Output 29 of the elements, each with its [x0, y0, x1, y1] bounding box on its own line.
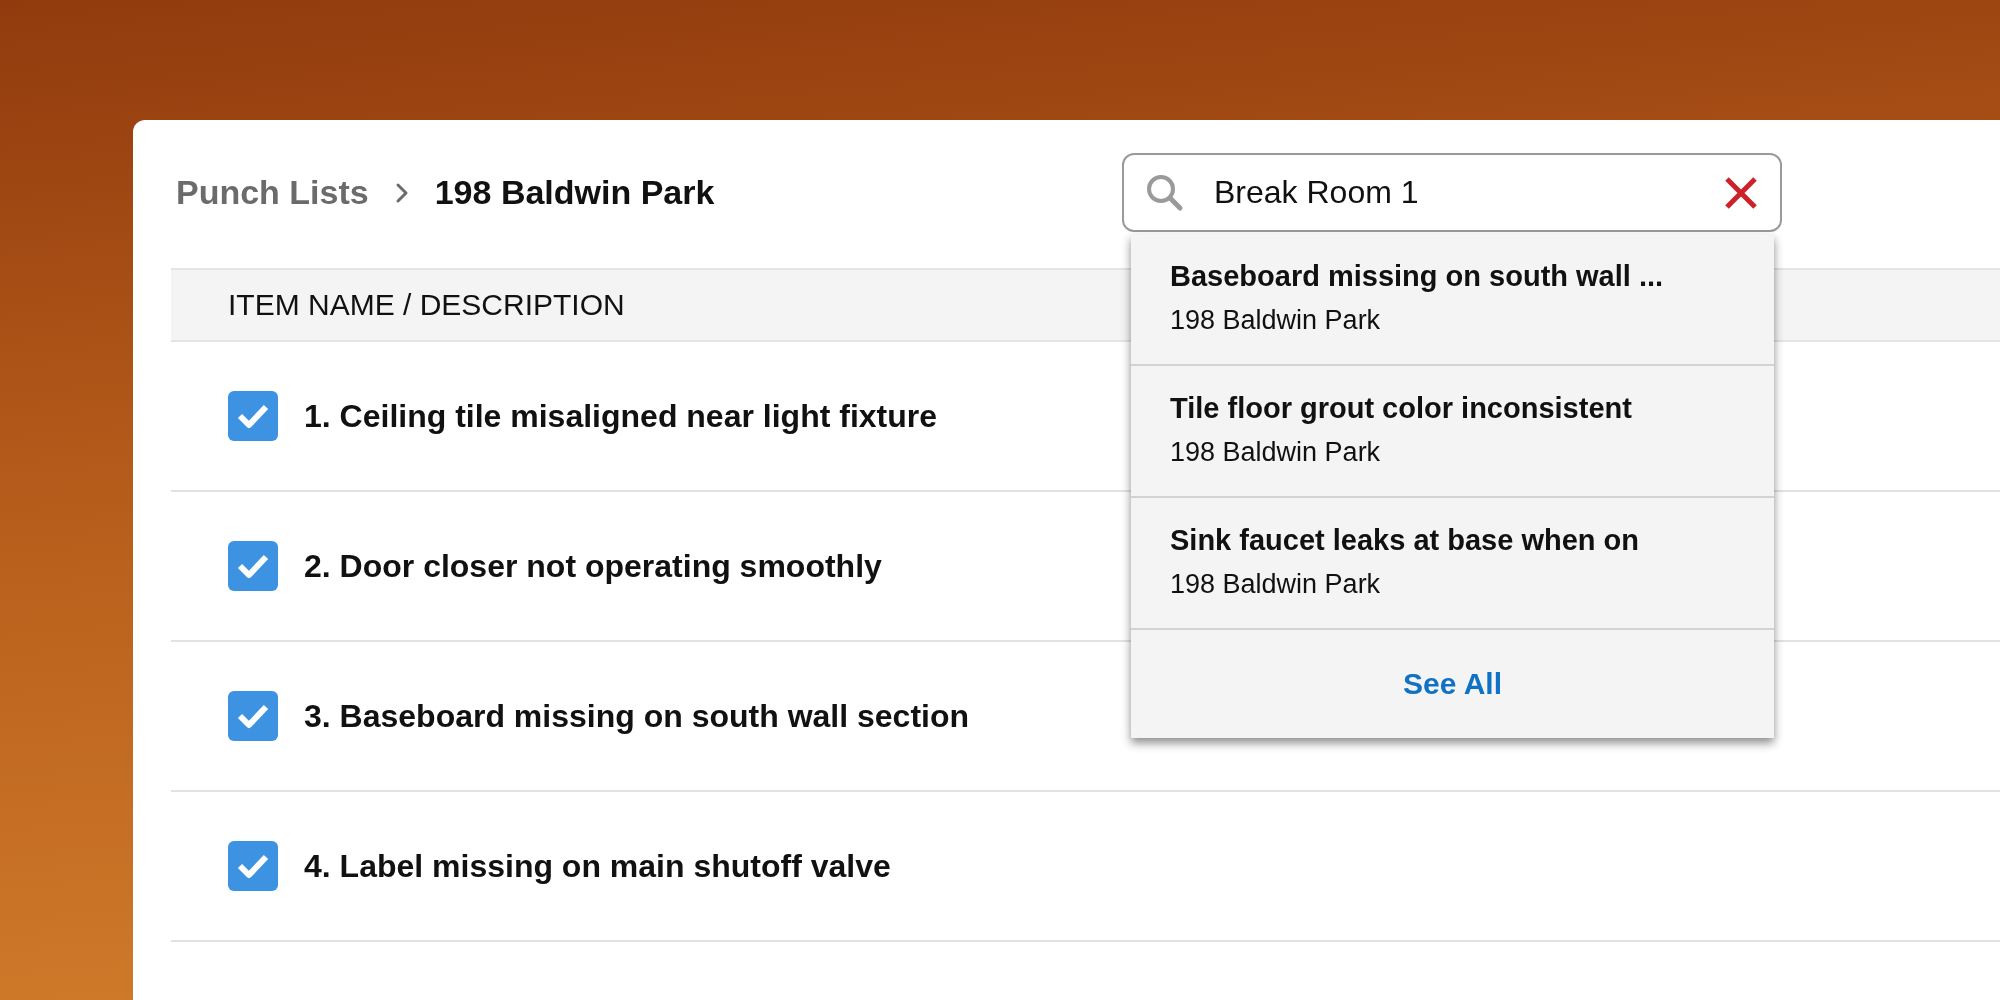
- item-label: 3. Baseboard missing on south wall section: [304, 697, 970, 735]
- result-title: Tile floor grout color inconsistent: [1170, 392, 1632, 425]
- chevron-icon: [394, 181, 409, 204]
- search-input[interactable]: Break Room 1: [1214, 174, 1694, 211]
- result-title: Sink faucet leaks at base when on: [1170, 524, 1639, 557]
- item-label: 1. Ceiling tile misaligned near light fixture: [304, 397, 937, 435]
- result-title: Baseboard missing on south wall ...: [1170, 260, 1664, 293]
- result-subtitle: 198 Baldwin Park: [1170, 569, 1381, 600]
- checkbox[interactable]: [228, 691, 278, 741]
- result-subtitle: 198 Baldwin Park: [1170, 437, 1381, 468]
- result-subtitle: 198 Baldwin Park: [1170, 305, 1381, 336]
- checkbox[interactable]: [228, 841, 278, 891]
- check-icon: [237, 403, 269, 429]
- item-label: 4. Label missing on main shutoff valve: [304, 847, 891, 885]
- search-icon: [1146, 173, 1184, 212]
- check-icon: [237, 703, 269, 729]
- search-result[interactable]: Sink faucet leaks at base when on 198 Baldwin Park: [1131, 498, 1774, 630]
- see-all-link[interactable]: See All: [1403, 667, 1502, 701]
- clear-icon[interactable]: [1724, 175, 1758, 210]
- breadcrumb-current: 198 Baldwin Park: [434, 173, 715, 212]
- search-result[interactable]: Tile floor grout color inconsistent 198 Baldwin Park: [1131, 366, 1774, 498]
- search-field[interactable]: Break Room 1: [1122, 153, 1782, 232]
- check-icon: [237, 553, 269, 579]
- checkbox[interactable]: [228, 541, 278, 591]
- breadcrumb-link[interactable]: Punch Lists: [176, 173, 369, 212]
- check-icon: [237, 853, 269, 879]
- column-header: ITEM NAME / DESCRIPTION: [228, 288, 625, 322]
- item-label: 2. Door closer not operating smoothly: [304, 547, 882, 585]
- checkbox[interactable]: [228, 391, 278, 441]
